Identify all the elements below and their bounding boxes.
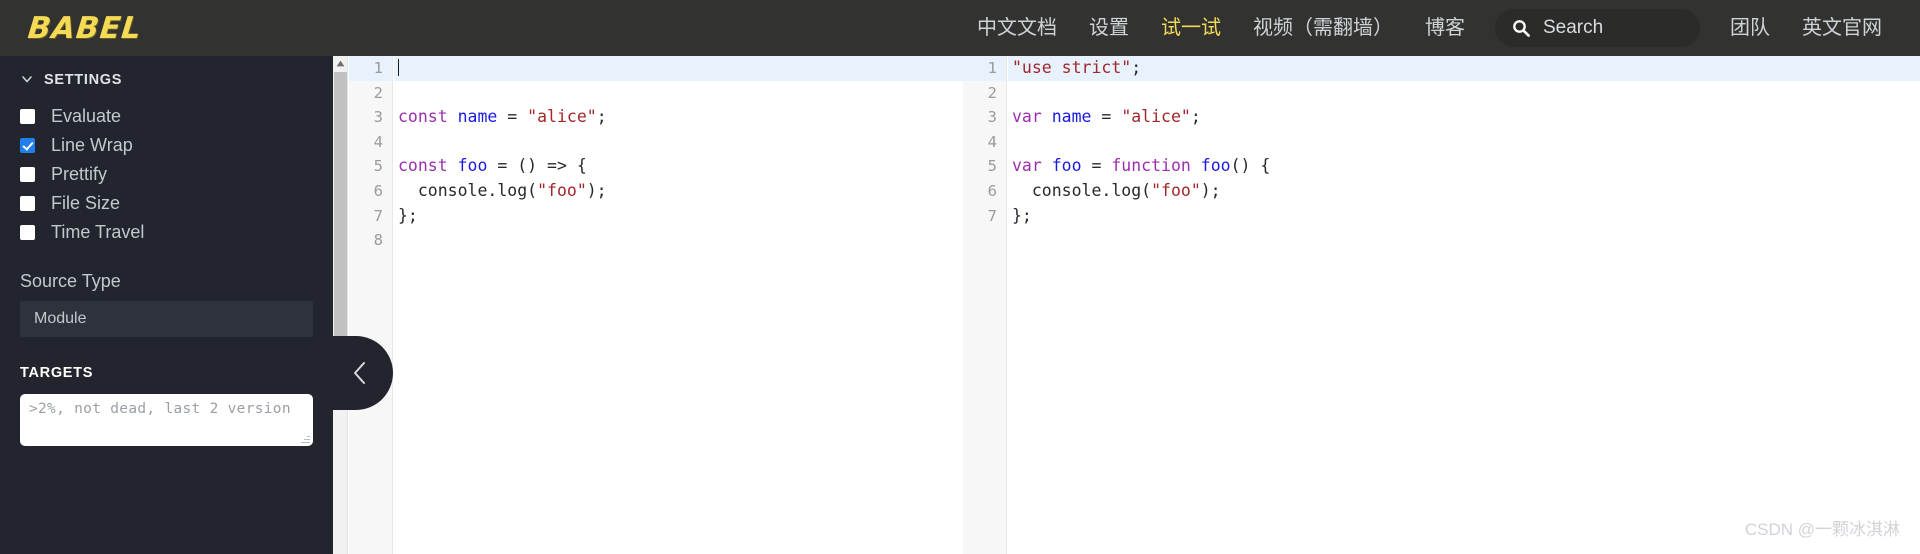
settings-section-header[interactable]: SETTINGS <box>20 72 313 88</box>
setting-evaluate[interactable]: Evaluate <box>20 102 313 131</box>
code-line: "use strict"; <box>1008 56 1920 81</box>
line-number: 8 <box>373 231 383 250</box>
setting-time-travel[interactable]: Time Travel <box>20 218 313 247</box>
search-icon <box>1511 18 1531 38</box>
source-type-value: Module <box>34 310 87 327</box>
code-line <box>394 56 963 81</box>
chevron-down-icon <box>20 72 34 86</box>
babel-repl-page: BABEL 中文文档 设置 试一试 视频（需翻墙） 博客 Search 团队 英… <box>0 0 1920 554</box>
nav-link-english-site[interactable]: 英文官网 <box>1786 0 1898 56</box>
line-number: 1 <box>349 56 392 81</box>
line-number: 1 <box>963 56 1006 81</box>
nav-link-team[interactable]: 团队 <box>1714 0 1786 56</box>
resize-handle-icon[interactable] <box>299 433 311 445</box>
code-line: console.log("foo"); <box>1012 180 1221 200</box>
search-input[interactable]: Search <box>1495 9 1700 47</box>
code-line: const name = "alice"; <box>398 107 607 127</box>
scrollbar-thumb[interactable] <box>334 72 347 372</box>
source-type-select[interactable]: Module <box>20 301 313 337</box>
nav-link-videos[interactable]: 视频（需翻墙） <box>1237 0 1409 56</box>
line-number: 6 <box>373 181 383 200</box>
line-number: 5 <box>987 157 997 176</box>
line-number: 7 <box>987 206 997 225</box>
nav-link-settings[interactable]: 设置 <box>1073 0 1145 56</box>
line-number: 2 <box>987 83 997 102</box>
setting-line-wrap[interactable]: Line Wrap <box>20 131 313 160</box>
code-line: }; <box>398 205 418 225</box>
code-line: var foo = function foo() { <box>1012 156 1271 176</box>
output-code-text[interactable]: "use strict"; var name = "alice"; var fo… <box>1008 56 1920 554</box>
targets-title: TARGETS <box>20 365 94 381</box>
output-code-editor[interactable]: 1 2 3 4 5 6 7 "use strict"; var name = "… <box>963 56 1920 554</box>
nav-link-blog[interactable]: 博客 <box>1409 0 1481 56</box>
line-number: 4 <box>373 132 383 151</box>
nav-links: 中文文档 设置 试一试 视频（需翻墙） 博客 Search 团队 英文官网 <box>961 0 1920 56</box>
targets-textarea[interactable]: >2%, not dead, last 2 version <box>20 394 313 446</box>
setting-label-line-wrap: Line Wrap <box>51 135 133 155</box>
code-line: }; <box>1012 205 1032 225</box>
search-placeholder: Search <box>1543 17 1604 38</box>
line-number: 7 <box>373 206 383 225</box>
setting-label-prettify: Prettify <box>51 164 108 184</box>
settings-sidebar: SETTINGS Evaluate Line Wrap Prettify Fil… <box>0 56 333 554</box>
checkbox-prettify[interactable] <box>20 167 35 182</box>
code-line: var name = "alice"; <box>1012 107 1201 127</box>
line-number: 2 <box>373 83 383 102</box>
input-code-text[interactable]: const name = "alice"; const foo = () => … <box>394 56 963 554</box>
checkbox-file-size[interactable] <box>20 196 35 211</box>
setting-label-file-size: File Size <box>51 193 121 213</box>
line-number: 5 <box>373 157 383 176</box>
line-number: 6 <box>987 181 997 200</box>
checkbox-evaluate[interactable] <box>20 109 35 124</box>
setting-label-evaluate: Evaluate <box>51 106 122 126</box>
csdn-watermark: CSDN @一颗冰淇淋 <box>1744 520 1900 539</box>
text-cursor <box>398 59 399 76</box>
setting-label-time-travel: Time Travel <box>51 222 145 242</box>
editor-scrollbar[interactable] <box>333 56 348 554</box>
scroll-up-arrow-icon[interactable] <box>333 56 348 71</box>
input-line-numbers: 1 2 3 4 5 6 7 8 <box>349 56 393 554</box>
setting-file-size[interactable]: File Size <box>20 189 313 218</box>
babel-logo[interactable]: BABEL <box>26 11 143 46</box>
setting-prettify[interactable]: Prettify <box>20 160 313 189</box>
top-navbar: BABEL 中文文档 设置 试一试 视频（需翻墙） 博客 Search 团队 英… <box>0 0 1920 56</box>
checkbox-line-wrap[interactable] <box>20 138 35 153</box>
input-code-editor[interactable]: 1 2 3 4 5 6 7 8 const name = "alice"; co… <box>333 56 963 554</box>
line-number: 4 <box>987 132 997 151</box>
code-line: console.log("foo"); <box>398 180 607 200</box>
line-number: 3 <box>987 108 997 127</box>
checkbox-time-travel[interactable] <box>20 225 35 240</box>
code-line: const foo = () => { <box>398 156 587 176</box>
targets-placeholder: >2%, not dead, last 2 version <box>29 401 291 417</box>
chevron-left-icon <box>349 358 377 388</box>
output-line-numbers: 1 2 3 4 5 6 7 <box>963 56 1007 554</box>
source-type-label: Source Type <box>20 271 121 291</box>
nav-link-docs[interactable]: 中文文档 <box>961 0 1073 56</box>
line-number: 3 <box>373 108 383 127</box>
nav-link-try-it[interactable]: 试一试 <box>1145 0 1237 56</box>
settings-title: SETTINGS <box>44 72 123 88</box>
